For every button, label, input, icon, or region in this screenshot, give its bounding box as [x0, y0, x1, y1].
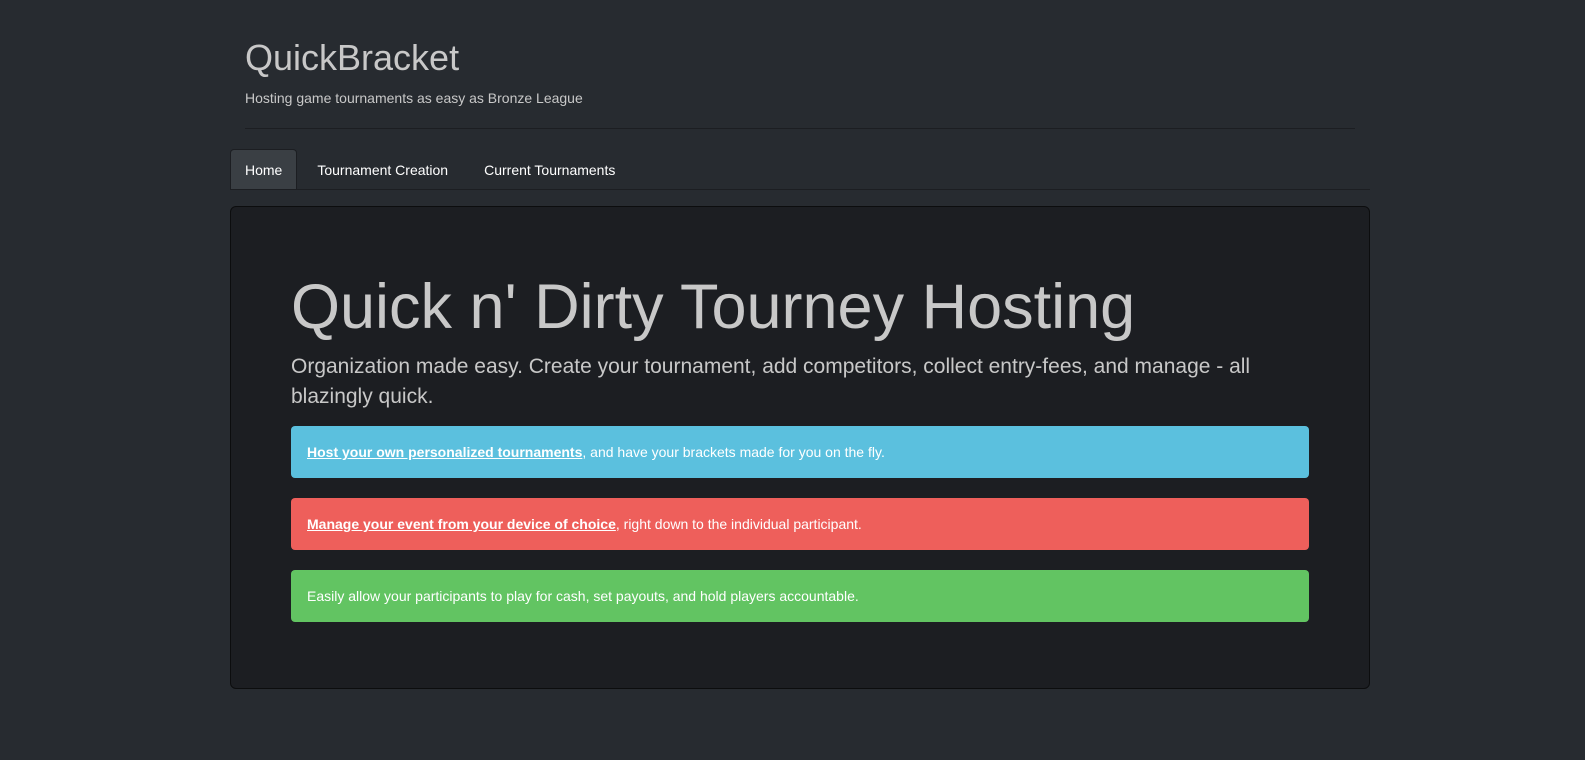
tab-tournament-creation[interactable]: Tournament Creation [301, 149, 464, 189]
tab-current-tournaments[interactable]: Current Tournaments [468, 149, 631, 189]
hero-lead: Organization made easy. Create your tour… [291, 355, 1251, 408]
site-header: QuickBracket Hosting game tournaments as… [245, 0, 1355, 129]
feature-host-alert: Host your own personalized tournaments, … [291, 426, 1309, 478]
hero-panel: Quick n' Dirty Tourney Hosting Organizat… [230, 206, 1370, 689]
host-tournaments-link[interactable]: Host your own personalized tournaments [307, 444, 582, 460]
main-nav-tabs: Home Tournament Creation Current Tournam… [230, 149, 1370, 190]
feature-manage-alert: Manage your event from your device of ch… [291, 498, 1309, 550]
hero-title: Quick n' Dirty Tourney Hosting [291, 272, 1136, 342]
site-title: QuickBracket [245, 37, 460, 78]
tab-home[interactable]: Home [230, 149, 298, 189]
site-tagline: Hosting game tournaments as easy as Bron… [245, 90, 583, 106]
feature-cash-text: Easily allow your participants to play f… [307, 588, 859, 604]
feature-host-text: , and have your brackets made for you on… [582, 444, 885, 460]
manage-event-link[interactable]: Manage your event from your device of ch… [307, 516, 616, 532]
feature-cash-alert: Easily allow your participants to play f… [291, 570, 1309, 622]
feature-manage-text: , right down to the individual participa… [615, 516, 862, 532]
